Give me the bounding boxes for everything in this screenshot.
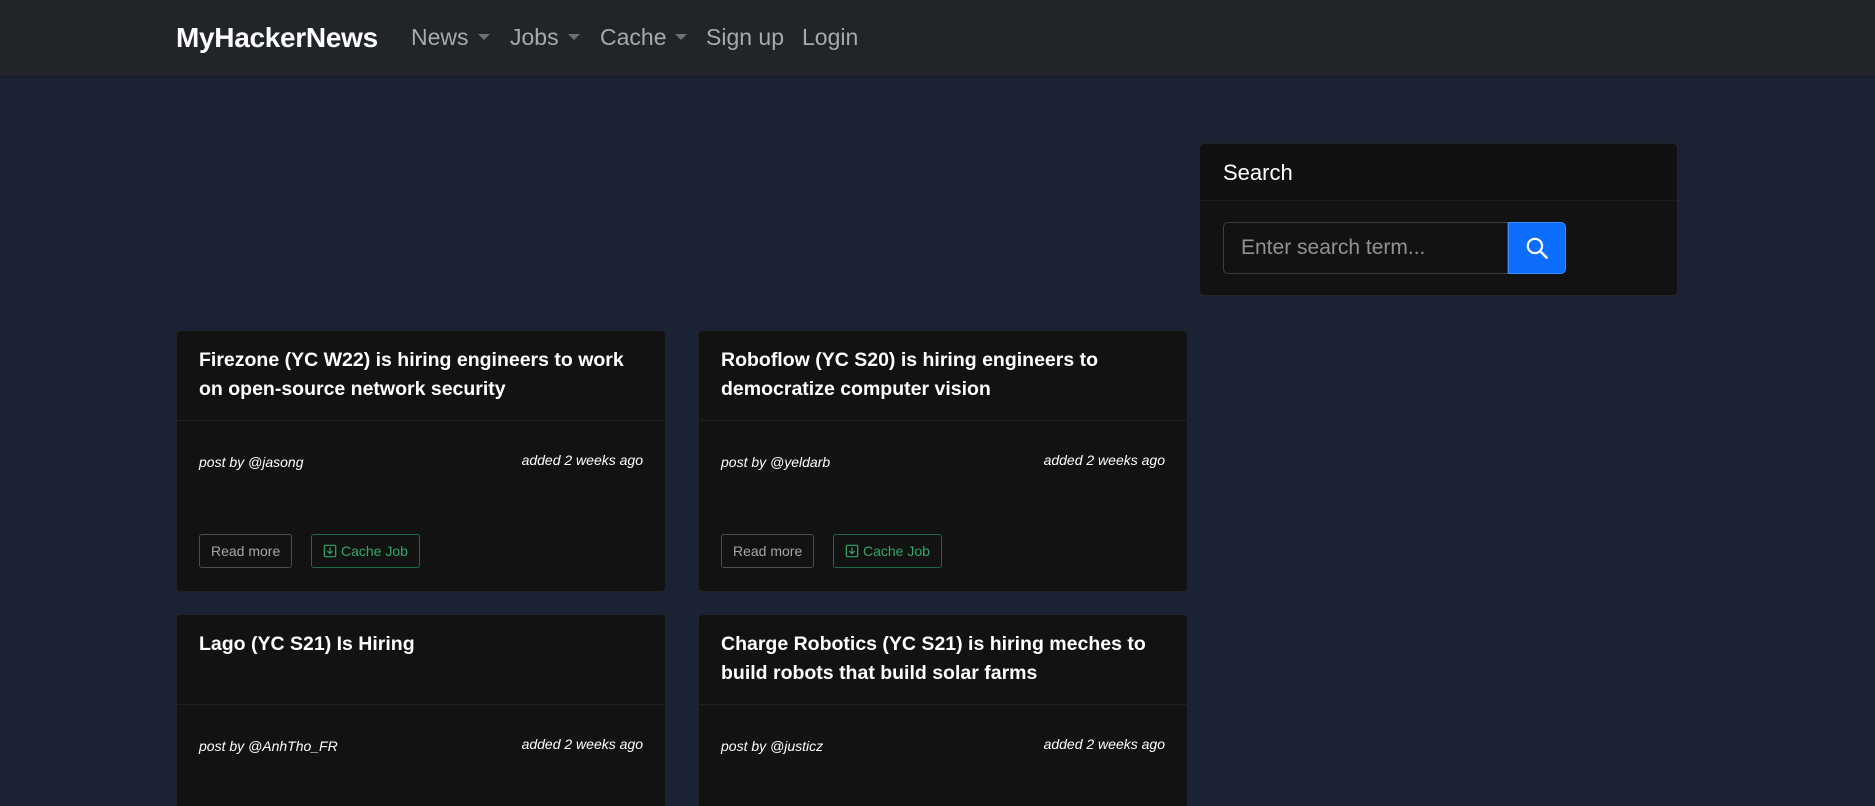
caret-down-icon [675,33,688,40]
job-title[interactable]: Charge Robotics (YC S21) is hiring meche… [699,615,1187,705]
search-icon [1526,237,1548,259]
job-author: post by @justicz [721,738,824,754]
nav-jobs-dropdown[interactable]: Jobs [510,24,580,51]
cache-job-button[interactable]: Cache Job [311,534,420,568]
nav-cache-dropdown[interactable]: Cache [600,24,688,51]
read-more-button[interactable]: Read more [721,534,815,568]
nav-news-label: News [411,24,469,50]
read-more-button[interactable]: Read more [199,534,293,568]
search-widget: Search [1199,143,1678,296]
nav-cache-label: Cache [600,24,667,50]
download-icon [845,544,859,558]
job-added-time: added 2 weeks ago [1043,736,1165,752]
caret-down-icon [567,33,580,40]
cache-job-label: Cache Job [341,543,408,559]
job-card: Charge Robotics (YC S21) is hiring meche… [698,614,1188,806]
cache-job-button[interactable]: Cache Job [833,534,942,568]
search-input[interactable] [1223,222,1508,274]
job-card: Roboflow (YC S20) is hiring engineers to… [698,330,1188,592]
nav-news-dropdown[interactable]: News [411,24,490,51]
job-title[interactable]: Lago (YC S21) Is Hiring [177,615,665,705]
job-added-time: added 2 weeks ago [521,736,643,752]
job-added-time: added 2 weeks ago [1043,452,1165,468]
job-added-time: added 2 weeks ago [521,452,643,468]
job-card: Firezone (YC W22) is hiring engineers to… [176,330,666,592]
job-title[interactable]: Firezone (YC W22) is hiring engineers to… [177,331,665,421]
caret-down-icon [477,33,490,40]
job-author: post by @jasong [199,454,304,470]
search-widget-title: Search [1200,144,1677,201]
job-author: post by @AnhTho_FR [199,738,338,754]
search-button[interactable] [1508,222,1566,274]
cache-job-label: Cache Job [863,543,930,559]
job-author: post by @yeldarb [721,454,831,470]
nav-signup-link[interactable]: Sign up [706,24,784,51]
job-card: Lago (YC S21) Is Hiring post by @AnhTho_… [176,614,666,806]
download-icon [323,544,337,558]
top-navbar: MyHackerNews News Jobs Cache Sign up Log… [0,0,1875,77]
job-title[interactable]: Roboflow (YC S20) is hiring engineers to… [699,331,1187,421]
brand-logo[interactable]: MyHackerNews [176,22,378,54]
nav-jobs-label: Jobs [510,24,559,50]
nav-login-link[interactable]: Login [802,24,858,51]
